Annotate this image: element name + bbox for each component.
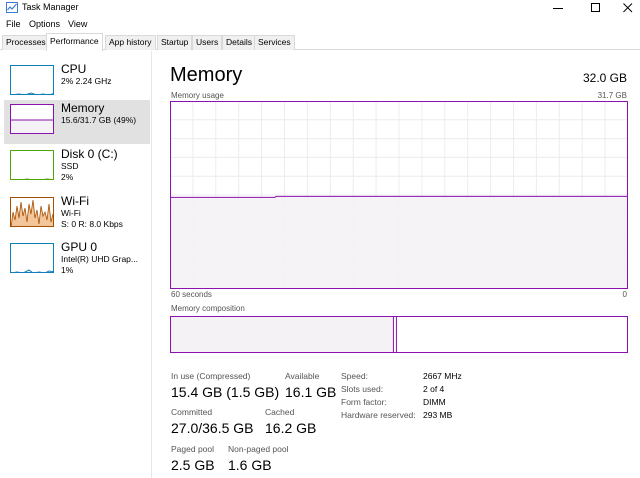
title-bar: Task Manager xyxy=(0,0,640,16)
available-value: 16.1 GB xyxy=(285,384,337,400)
page-title: Memory xyxy=(170,64,243,86)
tab-details[interactable]: Details xyxy=(222,35,256,50)
usage-area xyxy=(170,196,628,289)
resource-disk[interactable]: Disk 0 (C:) SSD 2% xyxy=(4,146,150,190)
non-paged-pool-value: 1.6 GB xyxy=(228,457,272,473)
memory-usage-graph xyxy=(170,101,628,289)
tab-services[interactable]: Services xyxy=(254,35,295,50)
tab-bar: Processes Performance App history Startu… xyxy=(0,33,640,51)
hardware-reserved-value: 293 MB xyxy=(423,410,453,420)
resource-detail: 2% 2.24 GHz xyxy=(61,76,112,86)
resource-gpu[interactable]: GPU 0 Intel(R) UHD Grap... 1% xyxy=(4,239,150,283)
resource-memory[interactable]: Memory 15.6/31.7 GB (49%) xyxy=(4,100,150,144)
committed-label: Committed xyxy=(171,407,213,417)
speed-value: 2667 MHz xyxy=(423,371,462,381)
wifi-thumbnail xyxy=(10,197,54,227)
resource-name: Memory xyxy=(61,101,105,115)
resource-list: CPU 2% 2.24 GHz Memory 15.6/31.7 GB (49%… xyxy=(0,51,152,478)
graph-time-zero: 0 xyxy=(622,290,627,299)
memory-usage-max: 31.7 GB xyxy=(597,91,627,100)
resource-name: GPU 0 xyxy=(61,240,98,254)
menu-view[interactable]: View xyxy=(68,18,87,30)
memory-composition-bar xyxy=(170,316,628,353)
tab-startup[interactable]: Startup xyxy=(157,35,193,50)
form-factor-label: Form factor: xyxy=(341,397,387,407)
memory-composition-label: Memory composition xyxy=(171,304,245,313)
tab-users[interactable]: Users xyxy=(192,35,223,50)
memory-total: 32.0 GB xyxy=(582,71,627,85)
resource-detail-2: 2% xyxy=(61,172,74,182)
cached-label: Cached xyxy=(265,407,295,417)
available-label: Available xyxy=(285,371,320,381)
maximize-icon xyxy=(591,3,600,12)
tab-processes[interactable]: Processes xyxy=(2,35,50,50)
graph-time-span: 60 seconds xyxy=(171,290,212,299)
cpu-thumbnail xyxy=(10,65,54,95)
non-paged-pool-label: Non-paged pool xyxy=(228,444,289,454)
disk-thumbnail xyxy=(10,150,54,180)
menu-file[interactable]: File xyxy=(6,18,21,30)
in-use-label: In use (Compressed) xyxy=(171,371,251,381)
task-manager-icon xyxy=(6,2,18,13)
window-title: Task Manager xyxy=(22,2,79,12)
paged-pool-value: 2.5 GB xyxy=(171,457,215,473)
committed-value: 27.0/36.5 GB xyxy=(171,420,254,436)
resource-detail: SSD xyxy=(61,161,79,171)
memory-thumbnail xyxy=(10,104,54,134)
minimize-icon xyxy=(553,8,563,9)
tab-app-history[interactable]: App history xyxy=(105,35,156,50)
menu-options[interactable]: Options xyxy=(29,18,60,30)
resource-name: CPU xyxy=(61,62,87,76)
resource-detail-2: 1% xyxy=(61,265,74,275)
close-button[interactable] xyxy=(608,0,640,16)
minimize-button[interactable] xyxy=(538,0,578,16)
resource-detail: Intel(R) UHD Grap... xyxy=(61,254,138,264)
memory-usage-label: Memory usage xyxy=(171,91,224,100)
gpu-thumbnail xyxy=(10,243,54,273)
speed-label: Speed: xyxy=(341,371,368,381)
slots-used-label: Slots used: xyxy=(341,384,384,394)
resource-detail: 15.6/31.7 GB (49%) xyxy=(61,115,137,125)
resource-wifi[interactable]: Wi-Fi Wi-Fi S: 0 R: 8.0 Kbps xyxy=(4,193,150,237)
in-use-value: 15.4 GB (1.5 GB) xyxy=(171,384,280,400)
close-icon xyxy=(623,3,633,13)
form-factor-value: DIMM xyxy=(423,397,446,407)
resource-name: Wi-Fi xyxy=(61,194,89,208)
hardware-reserved-label: Hardware reserved: xyxy=(341,410,416,420)
resource-name: Disk 0 (C:) xyxy=(61,147,118,161)
cached-value: 16.2 GB xyxy=(265,420,317,436)
slots-used-value: 2 of 4 xyxy=(423,384,445,394)
paged-pool-label: Paged pool xyxy=(171,444,215,454)
resource-detail-2: S: 0 R: 8.0 Kbps xyxy=(61,219,123,229)
tab-performance[interactable]: Performance xyxy=(46,33,103,51)
in-use-segment xyxy=(170,316,395,353)
resource-cpu[interactable]: CPU 2% 2.24 GHz xyxy=(4,61,150,105)
menu-bar: File Options View xyxy=(0,16,640,32)
resource-detail: Wi-Fi xyxy=(61,208,81,218)
